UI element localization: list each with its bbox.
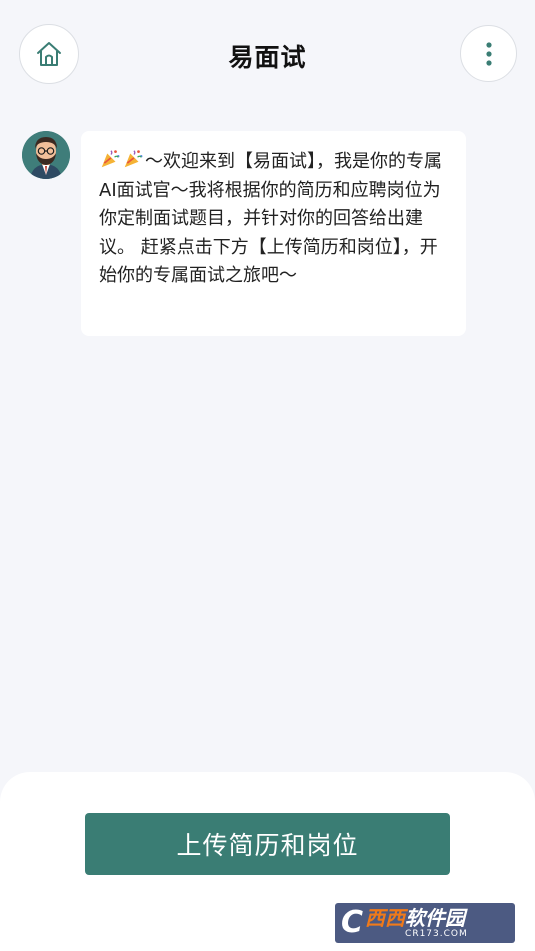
- watermark-domain: CR173.COM: [405, 928, 468, 939]
- watermark-logo: C 西西软件园 CR173.COM: [335, 903, 515, 943]
- welcome-message-body: ～欢迎来到【易面试】，我是你的专属AI面试官～我将根据你的简历和应聘岗位为你定制…: [99, 151, 442, 286]
- watermark-name-part2: 软件园: [405, 905, 466, 930]
- welcome-message-text: ～欢迎来到【易面试】，我是你的专属AI面试官～我将根据你的简历和应聘岗位为你定制…: [99, 148, 446, 291]
- watermark-emblem-icon: C: [341, 905, 364, 940]
- welcome-message-bubble: ～欢迎来到【易面试】，我是你的专属AI面试官～我将根据你的简历和应聘岗位为你定制…: [81, 131, 466, 336]
- top-bar: 易面试: [0, 0, 535, 110]
- more-vertical-icon: [485, 41, 492, 66]
- party-popper-icon: [124, 150, 143, 168]
- interviewer-avatar: [22, 131, 70, 179]
- watermark-name-part1: 西西: [365, 905, 406, 930]
- more-menu-button[interactable]: [460, 25, 517, 82]
- page-title: 易面试: [228, 43, 307, 72]
- upload-resume-button[interactable]: 上传简历和岗位: [85, 813, 450, 875]
- party-popper-icon: [101, 150, 120, 168]
